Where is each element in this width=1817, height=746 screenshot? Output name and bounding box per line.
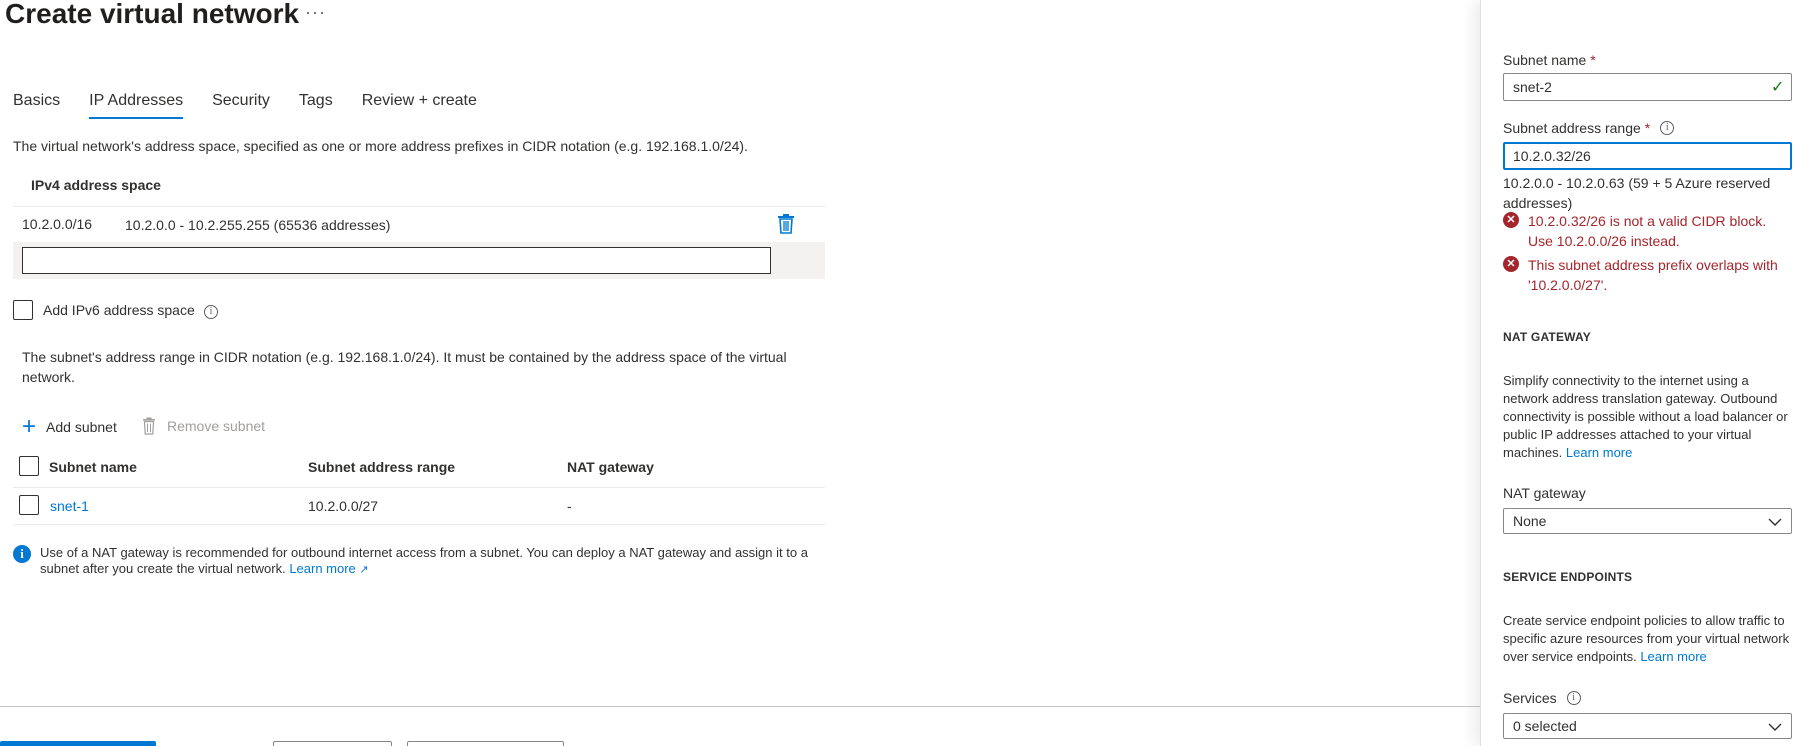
ipv6-checkbox[interactable]: [13, 300, 33, 320]
subnet-name-input[interactable]: [1503, 73, 1792, 101]
ipv4-range: 10.2.0.0 - 10.2.255.255 (65536 addresses…: [125, 217, 391, 233]
chevron-down-icon: [1768, 718, 1782, 734]
divider: [13, 206, 825, 207]
trash-icon: [142, 417, 156, 435]
remove-subnet-button[interactable]: Remove subnet: [142, 417, 265, 435]
subnet-description: The subnet's address range in CIDR notat…: [22, 349, 787, 385]
more-options-icon[interactable]: ···: [305, 2, 326, 23]
subnet-nat-cell: -: [567, 498, 572, 514]
validation-error: ✕ This subnet address prefix overlaps wi…: [1503, 255, 1788, 295]
add-subnet-label: Add subnet: [46, 419, 117, 435]
services-value: 0 selected: [1513, 718, 1577, 734]
add-subnet-button[interactable]: + Add subnet: [22, 413, 117, 440]
primary-button[interactable]: [0, 741, 156, 746]
subnet-name-link[interactable]: snet-1: [50, 498, 89, 514]
error-icon: ✕: [1503, 256, 1519, 272]
learn-more-link[interactable]: Learn more: [289, 561, 355, 576]
column-header-subnet-range: Subnet address range: [308, 459, 456, 475]
error-icon: ✕: [1503, 212, 1519, 228]
validation-error: ✕ 10.2.0.32/26 is not a valid CIDR block…: [1503, 211, 1788, 251]
next-button[interactable]: [407, 741, 564, 746]
nat-info-banner: i Use of a NAT gateway is recommended fo…: [13, 545, 820, 578]
services-dropdown[interactable]: 0 selected: [1503, 713, 1792, 739]
info-icon: i: [13, 545, 31, 563]
required-mark: *: [1590, 52, 1596, 68]
delete-icon[interactable]: [776, 213, 796, 235]
column-header-subnet-name: Subnet name: [49, 459, 137, 475]
tab-ip-addresses[interactable]: IP Addresses: [89, 92, 184, 119]
select-all-checkbox[interactable]: [19, 456, 39, 476]
ipv4-prefix: 10.2.0.0/16: [22, 216, 93, 232]
nat-gateway-dropdown[interactable]: None: [1503, 508, 1792, 534]
page-title: Create virtual network: [5, 0, 300, 29]
info-text: Use of a NAT gateway is recommended for …: [40, 545, 820, 578]
column-header-nat-gateway: NAT gateway: [567, 459, 654, 475]
service-endpoints-description: Create service endpoint policies to allo…: [1503, 613, 1790, 664]
subnet-range-input[interactable]: [1503, 142, 1792, 170]
footer-divider: [0, 706, 1480, 707]
chevron-down-icon: [1768, 513, 1782, 529]
services-label: Services i: [1503, 690, 1581, 706]
nat-learn-more-link[interactable]: Learn more: [1566, 445, 1632, 460]
row-checkbox[interactable]: [19, 495, 39, 515]
ipv6-label: Add IPv6 address space: [43, 302, 195, 318]
new-address-prefix-input[interactable]: [22, 247, 771, 274]
service-learn-more-link[interactable]: Learn more: [1640, 649, 1706, 664]
check-icon: ✓: [1771, 79, 1785, 96]
service-endpoints-heading: SERVICE ENDPOINTS: [1503, 570, 1633, 584]
tab-security[interactable]: Security: [212, 92, 270, 119]
nat-gateway-value: None: [1513, 513, 1547, 529]
remove-subnet-label: Remove subnet: [167, 418, 266, 434]
error-text: This subnet address prefix overlaps with…: [1528, 257, 1778, 293]
plus-icon: +: [22, 413, 37, 440]
subnet-range-cell: 10.2.0.0/27: [308, 498, 379, 514]
nat-gateway-label: NAT gateway: [1503, 485, 1586, 501]
info-icon[interactable]: i: [1566, 691, 1581, 705]
info-icon[interactable]: i: [204, 305, 218, 319]
subnet-range-label: Subnet address range * i: [1503, 120, 1675, 136]
tab-bar: Basics IP Addresses Security Tags Review…: [13, 92, 506, 119]
subnet-range-hint: 10.2.0.0 - 10.2.0.63 (59 + 5 Azure reser…: [1503, 175, 1771, 211]
tab-basics[interactable]: Basics: [13, 92, 60, 119]
divider: [13, 524, 825, 525]
address-space-description: The virtual network's address space, spe…: [13, 138, 748, 154]
previous-button[interactable]: [273, 741, 392, 746]
error-text: 10.2.0.32/26 is not a valid CIDR block. …: [1528, 213, 1767, 249]
subnet-name-label: Subnet name *: [1503, 52, 1596, 68]
divider: [13, 487, 825, 488]
nat-description: Simplify connectivity to the internet us…: [1503, 373, 1788, 460]
nat-section-heading: NAT GATEWAY: [1503, 330, 1591, 344]
tab-review-create[interactable]: Review + create: [362, 92, 477, 119]
external-link-icon: ↗: [359, 564, 369, 576]
info-message: Use of a NAT gateway is recommended for …: [40, 545, 808, 576]
add-subnet-panel: Subnet name * ✓ Subnet address range * i…: [1480, 0, 1817, 746]
info-icon[interactable]: i: [1660, 121, 1675, 135]
tab-tags[interactable]: Tags: [299, 92, 333, 119]
ipv4-header: IPv4 address space: [31, 177, 161, 193]
required-mark: *: [1644, 120, 1651, 136]
